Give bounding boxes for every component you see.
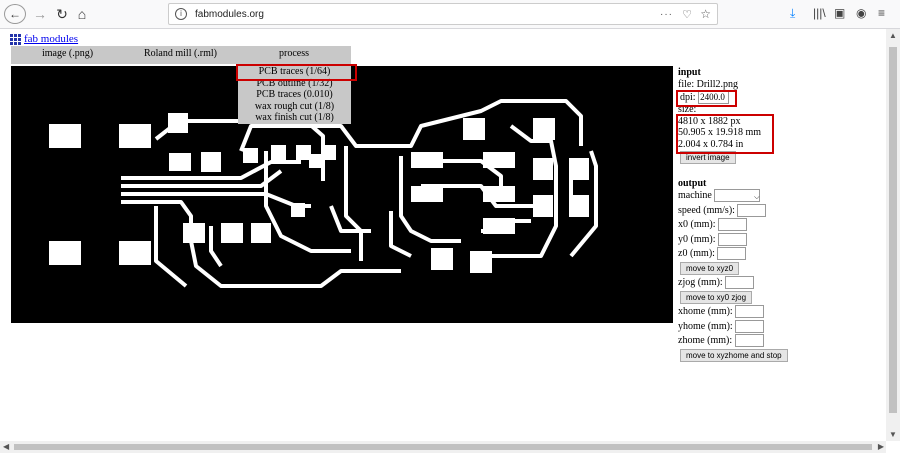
yhome-input[interactable] — [735, 319, 765, 333]
y0-input[interactable] — [718, 232, 747, 246]
download-icon[interactable]: ⤓ — [790, 6, 795, 21]
reload-icon[interactable]: ↻ — [54, 4, 70, 24]
info-icon[interactable]: i — [175, 8, 187, 20]
machine-menu[interactable]: Roland mill (.rml) — [124, 46, 237, 64]
library-icon[interactable]: |||\ — [813, 6, 826, 20]
xhome-label: xhome (mm): — [678, 306, 733, 317]
speed-input[interactable] — [737, 203, 767, 217]
move-to-xy0-zjog-button[interactable]: move to xy0 zjog — [680, 290, 753, 304]
scroll-left-icon[interactable]: ◀ — [3, 442, 9, 451]
vertical-scrollbar[interactable]: ▲ ▼ — [886, 29, 900, 441]
module-menubar: image (.png) Roland mill (.rml) process — [11, 46, 351, 64]
yhome-label: yhome (mm): — [678, 320, 733, 332]
xhome-input[interactable] — [735, 305, 765, 319]
menu-item-wax-rough-cut[interactable]: wax rough cut (1/8) — [238, 101, 351, 113]
home-icon[interactable]: ⌂ — [74, 4, 90, 24]
move-to-xyz0-button[interactable]: move to xyz0 — [680, 261, 740, 275]
horizontal-scrollbar[interactable]: ◀ ▶ — [0, 441, 886, 453]
input-heading: input — [678, 67, 701, 78]
menu-item-wax-finish-cut[interactable]: wax finish cut (1/8) — [238, 112, 351, 124]
process-menu[interactable]: process — [237, 46, 351, 64]
zjog-input[interactable] — [725, 276, 755, 290]
highlight-box-process — [236, 64, 357, 81]
fab-modules-link[interactable]: fab modules — [24, 33, 78, 45]
highlight-box-dpi — [676, 90, 737, 107]
menu-item-pcb-traces-0010[interactable]: PCB traces (0.010) — [238, 89, 351, 101]
bookmark-star-icon[interactable]: ☆ — [700, 7, 711, 21]
zhome-label: zhome (mm): — [678, 335, 733, 346]
scroll-up-icon[interactable]: ▲ — [889, 31, 897, 40]
speed-label: speed (mm/s): — [678, 204, 735, 216]
pocket-icon[interactable]: ♡ — [682, 8, 692, 21]
x0-input[interactable] — [718, 218, 747, 232]
file-label: file: Drill2.png — [678, 78, 738, 90]
forward-icon[interactable]: → — [32, 4, 48, 24]
meatball-menu-icon[interactable]: ··· — [660, 9, 673, 20]
fab-grid-icon — [10, 33, 21, 45]
account-icon[interactable]: ◉ — [856, 6, 866, 20]
image-menu[interactable]: image (.png) — [11, 46, 124, 64]
output-heading: output — [678, 178, 707, 189]
machine-select[interactable]: ⌵ — [714, 189, 761, 203]
browser-toolbar: ← → ↻ ⌂ i fabmodules.org ··· ♡ ☆ ⤓ |||\ … — [0, 0, 900, 29]
horizontal-scroll-thumb[interactable] — [14, 444, 872, 450]
scroll-down-icon[interactable]: ▼ — [889, 430, 897, 439]
x0-label: x0 (mm): — [678, 219, 716, 230]
move-to-xyzhome-button[interactable]: move to xyzhome and stop — [680, 348, 788, 362]
zjog-label: zjog (mm): — [678, 277, 723, 288]
vertical-scroll-thumb[interactable] — [889, 47, 897, 413]
zhome-input[interactable] — [734, 334, 764, 348]
z0-label: z0 (mm): — [678, 248, 715, 259]
url-text: fabmodules.org — [195, 8, 264, 20]
machine-label: machine — [678, 190, 712, 201]
menu-icon[interactable]: ≡ — [878, 6, 885, 20]
address-bar[interactable]: i fabmodules.org ··· ♡ ☆ — [168, 3, 718, 25]
sidebar-icon[interactable]: ▣ — [834, 6, 845, 20]
output-panel: output machine ⌵ speed (mm/s): x0 (mm): … — [678, 178, 788, 363]
back-icon[interactable]: ← — [4, 4, 26, 24]
fab-modules-header: fab modules — [10, 33, 78, 45]
highlight-box-size — [676, 114, 774, 154]
y0-label: y0 (mm): — [678, 233, 716, 245]
z0-input[interactable] — [717, 247, 747, 261]
scroll-right-icon[interactable]: ▶ — [878, 442, 884, 451]
